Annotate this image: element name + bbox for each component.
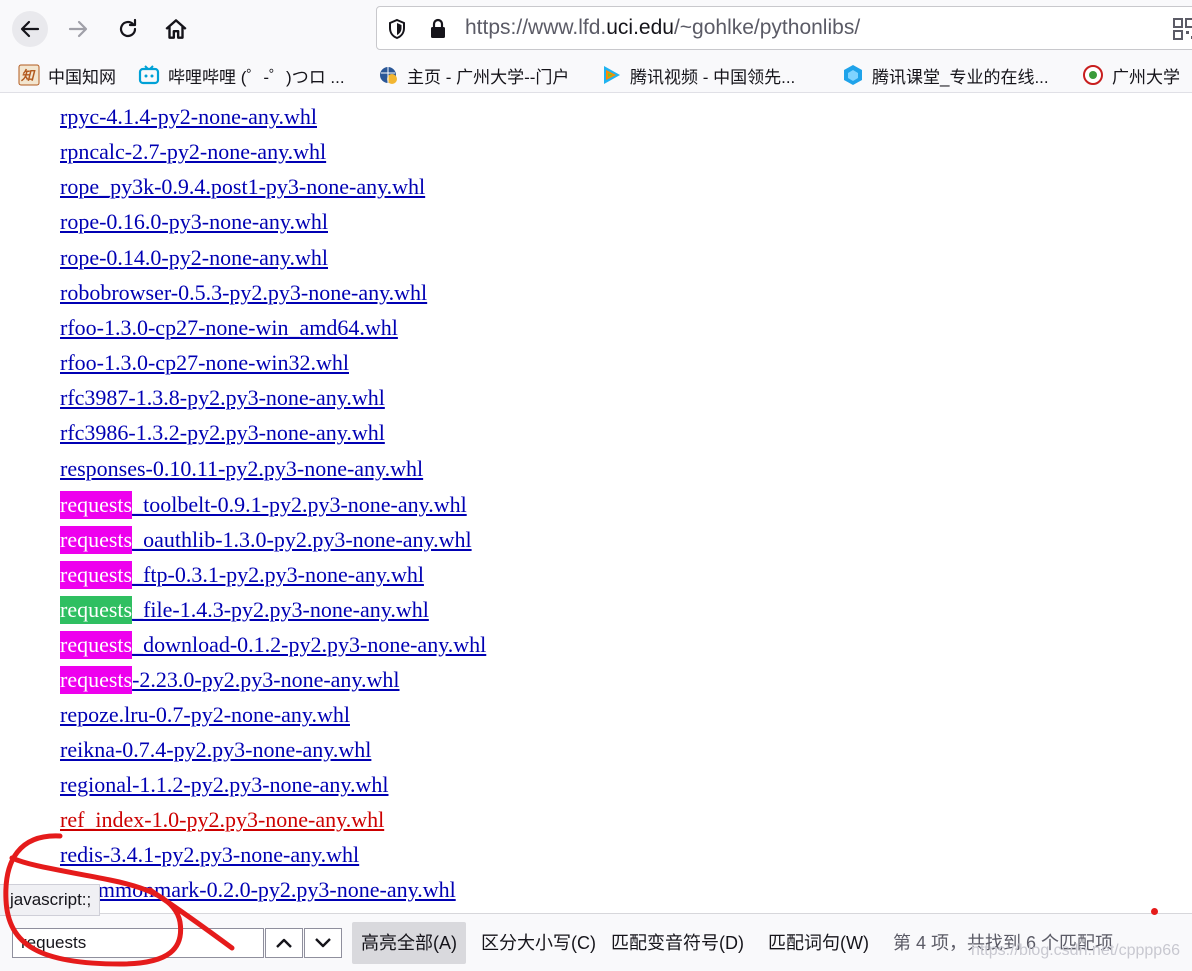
bookmark-label: 腾讯视频 - 中国领先... <box>630 67 796 87</box>
package-link[interactable]: rfc3986-1.3.2-py2.py3-none-any.whl <box>60 420 385 446</box>
package-link[interactable]: rpyc-4.1.4-py2-none-any.whl <box>60 104 317 130</box>
svg-text:知: 知 <box>20 68 36 83</box>
url-domain: uci.edu <box>606 16 674 39</box>
package-link[interactable]: requests_ftp-0.3.1-py2.py3-none-any.whl <box>60 561 424 589</box>
watermark: https://blog.csdn.net/cpppp66 <box>970 942 1180 959</box>
gzhu-icon <box>1083 65 1103 85</box>
qr-code-icon[interactable] <box>1173 18 1192 40</box>
page-content: rpyc-4.1.4-py2-none-any.whl rpncalc-2.7-p… <box>0 93 1192 913</box>
chevron-up-icon <box>276 938 292 948</box>
bookmark-cnki[interactable]: 知 中国知网 <box>18 58 116 92</box>
package-link[interactable]: requests_file-1.4.3-py2.py3-none-any.whl <box>60 596 429 624</box>
package-link[interactable]: robobrowser-0.5.3-py2.py3-none-any.whl <box>60 280 427 306</box>
package-name-rest: _ftp-0.3.1-py2.py3-none-any.whl <box>132 562 424 587</box>
home-button[interactable] <box>158 11 194 47</box>
package-name-rest: _toolbelt-0.9.1-py2.py3-none-any.whl <box>132 492 467 517</box>
package-link[interactable]: requests_oauthlib-1.3.0-py2.py3-none-any… <box>60 526 472 554</box>
back-button[interactable] <box>12 11 48 47</box>
package-link[interactable]: regional-1.1.2-py2.py3-none-any.whl <box>60 772 389 798</box>
bookmark-label: 腾讯课堂_专业的在线... <box>872 67 1049 87</box>
find-previous-button[interactable] <box>265 928 303 958</box>
browser-toolbar: https://www.lfd.uci.edu/~gohlke/pythonli… <box>0 0 1192 58</box>
reload-button[interactable] <box>110 11 146 47</box>
cnki-icon: 知 <box>18 64 40 86</box>
bookmark-tencent-video[interactable]: 腾讯视频 - 中国领先... <box>600 58 795 92</box>
match-diacritics-toggle[interactable]: 匹配变音符号(D) <box>611 922 744 964</box>
url-text[interactable]: https://www.lfd.uci.edu/~gohlke/pythonli… <box>465 16 860 40</box>
url-path: /~gohlke/pythonlibs/ <box>673 16 861 39</box>
current-match-highlight: requests <box>60 596 133 624</box>
bilibili-icon <box>138 65 160 85</box>
match-highlight: requests <box>60 491 133 519</box>
lock-icon[interactable] <box>429 18 447 40</box>
package-link[interactable]: rfc3987-1.3.8-py2.py3-none-any.whl <box>60 385 385 411</box>
globe-icon <box>380 67 397 84</box>
package-link[interactable]: rpncalc-2.7-py2-none-any.whl <box>60 139 326 165</box>
bookmark-label: 中国知网 <box>48 67 116 87</box>
tencent-video-icon <box>604 66 620 84</box>
match-highlight: requests <box>60 666 133 694</box>
annotation-dot <box>1151 908 1158 915</box>
arrow-left-icon <box>20 20 40 38</box>
package-link[interactable]: rope_py3k-0.9.4.post1-py3-none-any.whl <box>60 174 425 200</box>
chevron-down-icon <box>315 938 331 948</box>
match-case-toggle[interactable]: 区分大小写(C) <box>481 922 596 964</box>
bookmark-label: 哔哩哔哩 (゜-゜)つロ ... <box>168 67 345 87</box>
tencent-class-icon <box>844 65 862 85</box>
match-highlight: requests <box>60 631 133 659</box>
match-highlight: requests <box>60 561 133 589</box>
find-input[interactable] <box>12 928 264 958</box>
package-link[interactable]: requests_toolbelt-0.9.1-py2.py3-none-any… <box>60 491 467 519</box>
link-status-tooltip: javascript:; <box>0 884 101 916</box>
bookmark-bilibili[interactable]: 哔哩哔哩 (゜-゜)つロ ... <box>138 58 345 92</box>
package-name-rest: -2.23.0-py2.py3-none-any.whl <box>132 667 400 692</box>
package-link[interactable]: rope-0.14.0-py2-none-any.whl <box>60 245 328 271</box>
package-link[interactable]: rope-0.16.0-py3-none-any.whl <box>60 209 328 235</box>
package-link[interactable]: redis-3.4.1-py2.py3-none-any.whl <box>60 842 359 868</box>
bookmark-label: 主页 - 广州大学--门户 <box>407 67 570 87</box>
bookmark-gzhu[interactable]: 广州大学 <box>1082 58 1180 92</box>
package-name-rest: _file-1.4.3-py2.py3-none-any.whl <box>132 597 429 622</box>
package-name-rest: _oauthlib-1.3.0-py2.py3-none-any.whl <box>132 527 472 552</box>
package-link[interactable]: ref_index-1.0-py2.py3-none-any.whl <box>60 807 384 833</box>
home-icon <box>165 19 187 39</box>
find-next-button[interactable] <box>304 928 342 958</box>
address-bar[interactable]: https://www.lfd.uci.edu/~gohlke/pythonli… <box>376 6 1192 50</box>
tracking-shield-icon[interactable] <box>387 18 407 40</box>
whole-words-toggle[interactable]: 匹配词句(W) <box>768 922 869 964</box>
package-link[interactable]: recommonmark-0.2.0-py2.py3-none-any.whl <box>60 877 456 903</box>
bookmark-label: 广州大学 <box>1112 67 1180 87</box>
package-name-rest: _download-0.1.2-py2.py3-none-any.whl <box>132 632 487 657</box>
package-link[interactable]: rfoo-1.3.0-cp27-none-win_amd64.whl <box>60 315 398 341</box>
match-highlight: requests <box>60 526 133 554</box>
forward-button[interactable] <box>60 11 96 47</box>
bookmark-gzhu-portal[interactable]: 主页 - 广州大学--门户 <box>377 58 569 92</box>
arrow-right-icon <box>68 20 88 38</box>
package-link[interactable]: reikna-0.7.4-py2.py3-none-any.whl <box>60 737 371 763</box>
package-link[interactable]: rfoo-1.3.0-cp27-none-win32.whl <box>60 350 349 376</box>
bookmark-tencent-class[interactable]: 腾讯课堂_专业的在线... <box>842 58 1049 92</box>
highlight-all-toggle[interactable]: 高亮全部(A) <box>352 922 466 964</box>
package-link[interactable]: repoze.lru-0.7-py2-none-any.whl <box>60 702 350 728</box>
bookmarks-toolbar: 知 中国知网 哔哩哔哩 (゜-゜)つロ ... 主页 - 广州大学--门户 腾讯… <box>0 58 1192 93</box>
reload-icon <box>119 18 137 38</box>
package-link[interactable]: responses-0.10.11-py2.py3-none-any.whl <box>60 456 423 482</box>
url-prefix: https://www.lfd. <box>465 16 607 39</box>
package-link[interactable]: requests_download-0.1.2-py2.py3-none-any… <box>60 631 487 659</box>
package-link[interactable]: requests-2.23.0-py2.py3-none-any.whl <box>60 666 400 694</box>
